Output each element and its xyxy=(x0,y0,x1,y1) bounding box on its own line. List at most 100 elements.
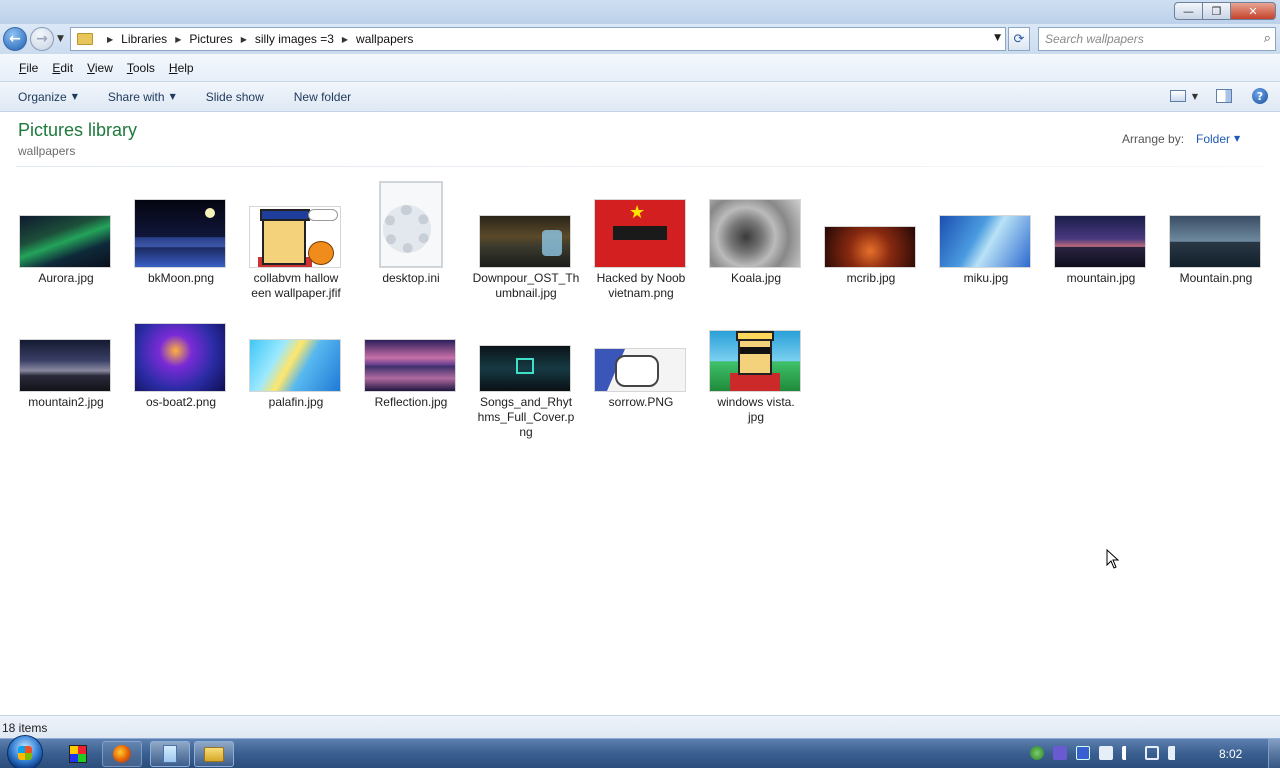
address-history-dropdown[interactable]: ▼ xyxy=(994,33,1001,43)
file-item[interactable]: Reflection.jpg xyxy=(356,306,466,416)
view-options-dropdown[interactable]: ▼ xyxy=(1192,92,1198,101)
volume-icon[interactable] xyxy=(1168,746,1182,760)
help-icon[interactable]: ? xyxy=(1252,88,1268,104)
image-thumbnail xyxy=(20,340,110,391)
back-button[interactable]: ← xyxy=(3,27,27,51)
image-thumbnail: ★ xyxy=(595,200,685,267)
refresh-button[interactable]: ⟳ xyxy=(1008,27,1030,51)
chevron-right-icon[interactable]: ▶ xyxy=(175,35,181,44)
view-controls: ▼ ? xyxy=(1169,88,1268,104)
file-item[interactable]: miku.jpg xyxy=(931,182,1041,292)
character-face xyxy=(738,335,772,375)
file-item[interactable]: mcrib.jpg xyxy=(816,182,926,292)
image-thumbnail xyxy=(135,324,225,391)
glyph-shape xyxy=(516,358,534,374)
network-icon[interactable] xyxy=(1030,746,1044,760)
file-name: Reflection.jpg xyxy=(374,395,448,409)
sketch-face xyxy=(615,355,659,387)
clock[interactable]: 8:02 xyxy=(1219,747,1242,761)
explorer-icon xyxy=(204,746,224,762)
menu-view[interactable]: View xyxy=(87,61,113,75)
status-bar: 18 items xyxy=(0,715,1280,738)
maximize-button[interactable]: ❐ xyxy=(1202,2,1230,20)
action-center-flag-icon[interactable] xyxy=(1122,746,1136,760)
windows-logo-icon xyxy=(18,746,32,760)
pumpkin-icon xyxy=(308,241,334,265)
image-thumbnail xyxy=(1170,216,1260,267)
change-view-icon[interactable] xyxy=(1169,90,1186,102)
image-thumbnail xyxy=(710,331,800,391)
window-glow xyxy=(542,230,562,256)
breadcrumb-wallpapers[interactable]: wallpapers xyxy=(356,32,413,46)
file-item[interactable]: windows vista.jpg xyxy=(701,306,811,431)
search-icon[interactable]: ⌕ xyxy=(1264,31,1271,46)
address-bar[interactable]: ▶ Libraries ▶ Pictures ▶ silly images =3… xyxy=(70,27,1006,51)
chevron-right-icon[interactable]: ▶ xyxy=(241,35,247,44)
paint-app-icon xyxy=(69,745,87,763)
file-name: sorrow.PNG xyxy=(608,395,674,409)
usb-icon[interactable] xyxy=(1099,746,1113,760)
file-item[interactable]: mountain2.jpg xyxy=(11,306,121,416)
library-title: Pictures library xyxy=(18,120,138,140)
menu-file[interactable]: File xyxy=(19,61,38,75)
organize-button[interactable]: Organize ▼ xyxy=(18,90,78,104)
system-tray xyxy=(1030,746,1191,760)
breadcrumb-libraries[interactable]: Libraries xyxy=(121,32,167,46)
arrange-by-dropdown[interactable]: Folder xyxy=(1196,132,1230,146)
menu-help[interactable]: Help xyxy=(169,61,194,75)
file-item[interactable]: mountain.jpg xyxy=(1046,182,1156,292)
minimize-button[interactable]: — xyxy=(1174,2,1202,20)
display-icon[interactable] xyxy=(1076,746,1090,760)
breadcrumb-pictures[interactable]: Pictures xyxy=(189,32,232,46)
file-item[interactable]: ★ Hacked by Noob vietnam.png xyxy=(586,182,696,307)
chevron-right-icon[interactable]: ▶ xyxy=(342,35,348,44)
taskbar-app-paint[interactable] xyxy=(58,741,98,767)
text-banner xyxy=(613,226,667,240)
breadcrumb-silly-images[interactable]: silly images =3 xyxy=(255,32,334,46)
chevron-right-icon[interactable]: ▶ xyxy=(107,35,113,44)
file-name: windows vista.jpg xyxy=(717,395,795,424)
image-thumbnail xyxy=(135,200,225,267)
moon-shape xyxy=(205,208,215,218)
new-folder-button[interactable]: New folder xyxy=(294,90,351,104)
chevron-down-icon[interactable]: ▼ xyxy=(1234,134,1240,143)
taskbar-app-notepad[interactable] xyxy=(150,741,190,767)
taskbar: 8:02 xyxy=(0,735,1280,768)
file-item[interactable]: collabvm halloween wallpaper.jfif xyxy=(241,182,351,322)
close-button[interactable]: ✕ xyxy=(1230,2,1276,20)
taskbar-app-firefox[interactable] xyxy=(102,741,142,767)
image-thumbnail xyxy=(480,216,570,267)
file-item[interactable]: palafin.jpg xyxy=(241,306,351,416)
share-with-button[interactable]: Share with ▼ xyxy=(108,90,176,104)
file-item[interactable]: Downpour_OST_Thumbnail.jpg xyxy=(471,182,581,307)
file-item[interactable]: os-boat2.png xyxy=(126,306,236,416)
microphone-icon[interactable] xyxy=(1053,746,1067,760)
slide-show-button[interactable]: Slide show xyxy=(206,90,264,104)
menu-tools[interactable]: Tools xyxy=(127,61,155,75)
file-item[interactable]: Mountain.png xyxy=(1161,182,1271,292)
file-item[interactable]: Songs_and_Rhythms_Full_Cover.png xyxy=(471,306,581,446)
taskbar-app-explorer[interactable] xyxy=(194,741,234,767)
search-box[interactable]: ⌕ xyxy=(1038,27,1276,51)
file-name: desktop.ini xyxy=(382,271,440,285)
file-item[interactable]: sorrow.PNG xyxy=(586,306,696,416)
image-thumbnail xyxy=(250,340,340,391)
preview-pane-icon[interactable] xyxy=(1216,89,1232,103)
file-item[interactable]: Koala.jpg xyxy=(701,182,811,292)
window-controls: — ❐ ✕ xyxy=(1174,2,1276,20)
file-item[interactable]: bkMoon.png xyxy=(126,182,236,292)
recent-pages-dropdown[interactable]: ▼ xyxy=(57,34,64,44)
file-item[interactable]: desktop.ini xyxy=(356,182,466,292)
file-name: Hacked by Noob vietnam.png xyxy=(596,271,686,300)
file-item[interactable]: Aurora.jpg xyxy=(11,182,121,292)
show-desktop-button[interactable] xyxy=(1268,739,1280,768)
gear-icon xyxy=(383,205,431,253)
menu-edit[interactable]: Edit xyxy=(52,61,73,75)
image-thumbnail xyxy=(1055,216,1145,267)
network-connection-icon[interactable] xyxy=(1145,746,1159,760)
file-name: mountain.jpg xyxy=(1066,271,1136,285)
file-name: mountain2.jpg xyxy=(28,395,104,409)
search-input[interactable] xyxy=(1045,32,1255,46)
start-button[interactable] xyxy=(7,735,43,768)
forward-button[interactable]: → xyxy=(30,27,54,51)
